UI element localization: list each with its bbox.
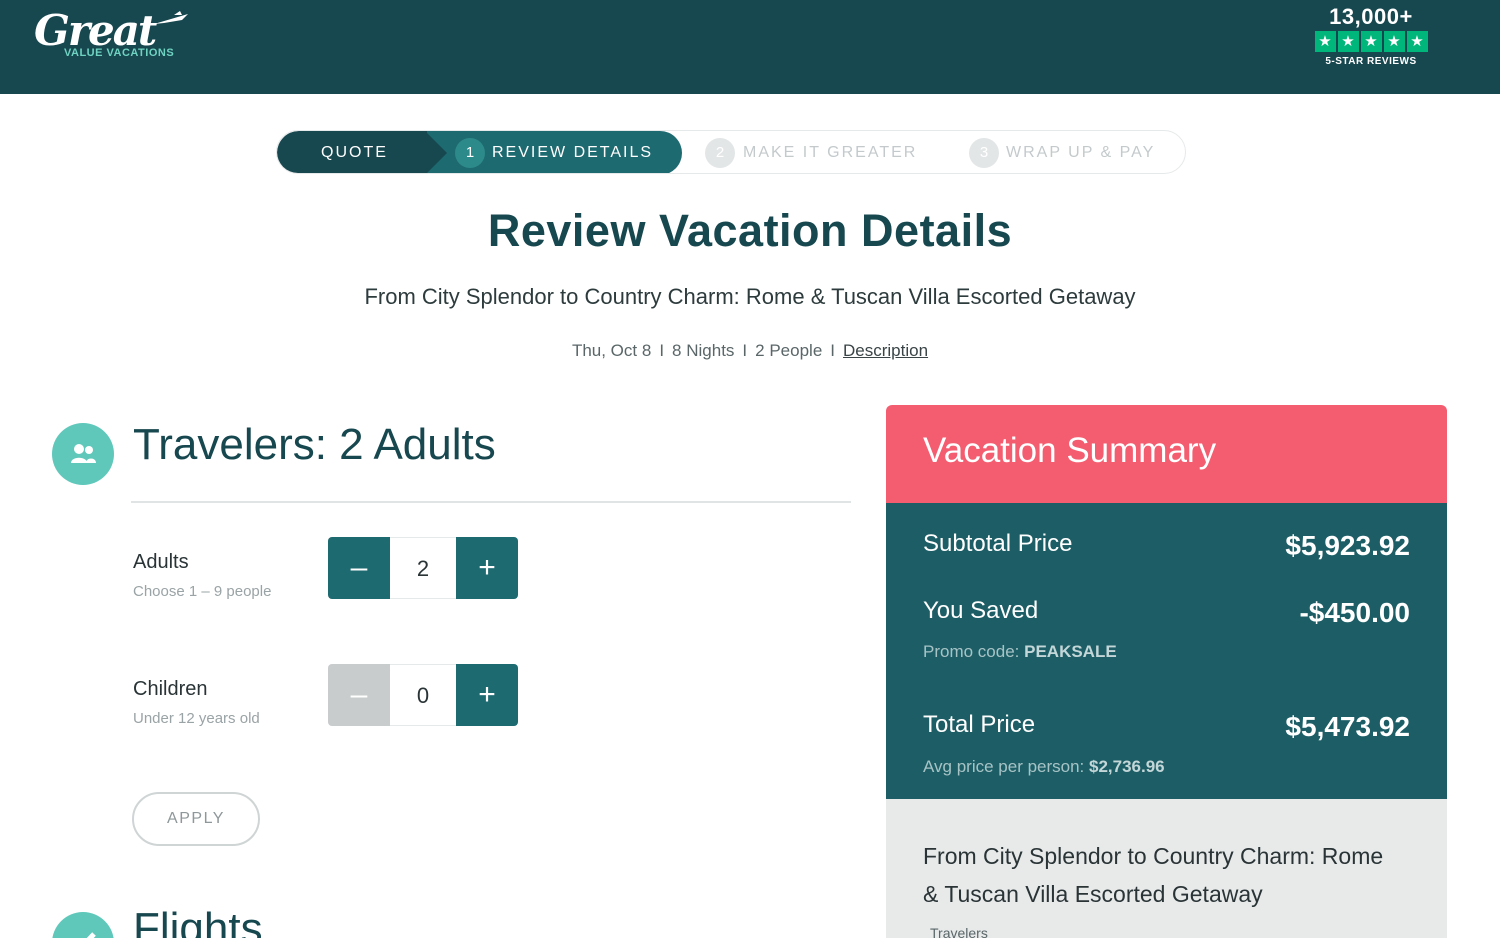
avg-price-line: Avg price per person: $2,736.96 [923,757,1165,777]
saved-value: -$450.00 [1299,597,1410,628]
summary-trip-name: From City Splendor to Country Charm: Rom… [923,843,1384,907]
promo-prefix: Promo code: [923,642,1025,661]
summary-title: Vacation Summary [923,431,1217,470]
step-number: 3 [969,138,999,168]
trip-nights: 8 Nights [672,341,735,360]
summary-pricing: Subtotal Price $5,923.92 You Saved -$450… [886,503,1447,799]
vacation-summary-card: Vacation Summary Subtotal Price $5,923.9… [886,405,1447,938]
children-count[interactable]: 0 [390,664,456,726]
step-make-greater-label[interactable]: MAKE IT GREATER [743,131,917,173]
apply-button[interactable]: APPLY [132,792,260,846]
trip-meta: Thu, Oct 8 I 8 Nights I 2 People I Description [0,341,1500,361]
summary-header: Vacation Summary [886,405,1447,503]
adults-label: Adults [133,551,189,573]
separator: I [742,341,748,360]
star-icon: ★ [1314,31,1336,52]
star-icon: ★ [1360,31,1382,52]
section-divider [131,501,851,503]
step-number: 2 [705,138,735,168]
subtotal-label: Subtotal Price [923,530,1073,557]
saved-label: You Saved [923,597,1039,624]
adults-hint: Choose 1 – 9 people [133,583,272,600]
reviews-count: 13,000+ [1329,4,1413,29]
summary-travelers-label: Travelers [930,925,988,938]
children-increment-button[interactable]: + [456,664,518,726]
travelers-icon [52,423,114,485]
promo-code-line: Promo code: PEAKSALE [923,642,1117,662]
step-quote-label: QUOTE [321,144,388,161]
check-icon [52,912,114,938]
children-label: Children [133,678,208,700]
avg-prefix: Avg price per person: [923,757,1089,776]
adults-increment-button[interactable]: + [456,537,518,599]
step-arrow [425,131,447,173]
reviews-badge[interactable]: 13,000+ ★ ★ ★ ★ ★ 5-STAR REVIEWS [1312,4,1430,70]
trip-date: Thu, Oct 8 [571,341,652,360]
flights-title: Flights [133,904,263,938]
adults-stepper: – 2 + [328,537,518,599]
separator: I [659,341,665,360]
adults-count[interactable]: 2 [390,537,456,599]
total-value: $5,473.92 [1285,711,1410,742]
star-icon: ★ [1383,31,1405,52]
logo[interactable]: Great VALUE VACATIONS [34,6,194,66]
trip-people: 2 People [755,341,823,360]
star-icon: ★ [1337,31,1359,52]
children-hint: Under 12 years old [133,710,260,727]
star-icon: ★ [1406,31,1428,52]
trip-name: From City Splendor to Country Charm: Rom… [364,284,1136,309]
top-header: Great VALUE VACATIONS 13,000+ ★ ★ ★ ★ ★ … [0,0,1500,94]
description-link[interactable]: Description [843,341,928,360]
separator: I [830,341,836,360]
plane-icon [154,11,188,24]
avg-price: $2,736.96 [1089,757,1165,776]
step-wrap-up-label[interactable]: WRAP UP & PAY [1006,131,1155,173]
children-stepper: – 0 + [328,664,518,726]
star-rating: ★ ★ ★ ★ ★ [1312,31,1430,52]
promo-code: PEAKSALE [1024,642,1117,661]
progress-stepper: QUOTE 1 REVIEW DETAILS 2 MAKE IT GREATER… [276,130,1186,174]
travelers-title: Travelers: 2 Adults [133,420,496,469]
summary-trip-details: From City Splendor to Country Charm: Rom… [886,799,1447,938]
reviews-label: 5-STAR REVIEWS [1325,56,1417,67]
subtotal-value: $5,923.92 [1285,530,1410,561]
adults-decrement-button[interactable]: – [328,537,390,599]
logo-subtitle: VALUE VACATIONS [64,47,175,59]
total-label: Total Price [923,711,1036,738]
children-decrement-button[interactable]: – [328,664,390,726]
step-number: 1 [455,138,485,168]
step-review-label: REVIEW DETAILS [492,144,654,161]
page-title: Review Vacation Details [487,205,1013,256]
